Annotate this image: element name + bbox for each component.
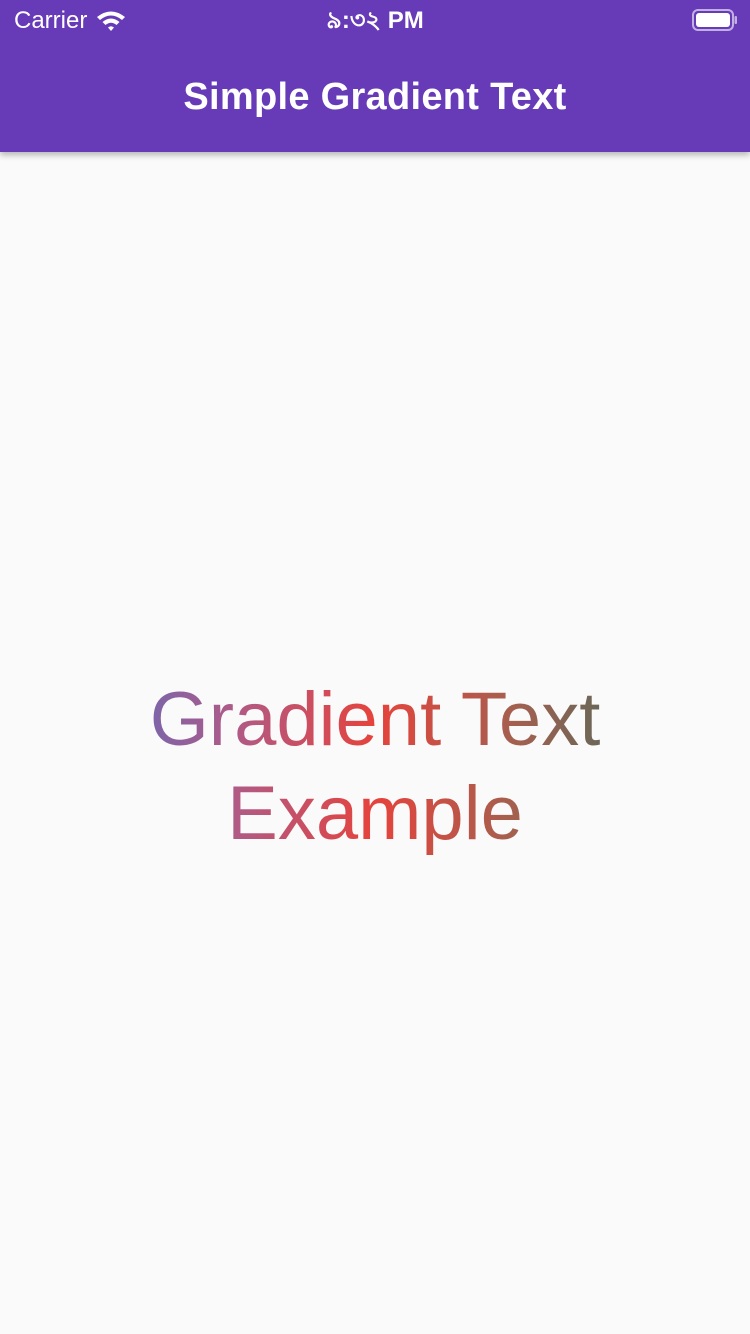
battery-icon bbox=[692, 9, 738, 31]
app-bar: Carrier ৯:৩২ PM Simple Gradient Text bbox=[0, 0, 750, 152]
status-bar: Carrier ৯:৩২ PM bbox=[0, 0, 750, 40]
status-time: ৯:৩২ PM bbox=[326, 7, 424, 34]
page-title: Simple Gradient Text bbox=[183, 76, 567, 118]
app-screen: Carrier ৯:৩২ PM Simple Gradient Text Gra… bbox=[0, 0, 750, 1334]
main-content: Gradient Text Example bbox=[0, 152, 750, 1334]
gradient-text: Gradient Text Example bbox=[95, 673, 655, 861]
